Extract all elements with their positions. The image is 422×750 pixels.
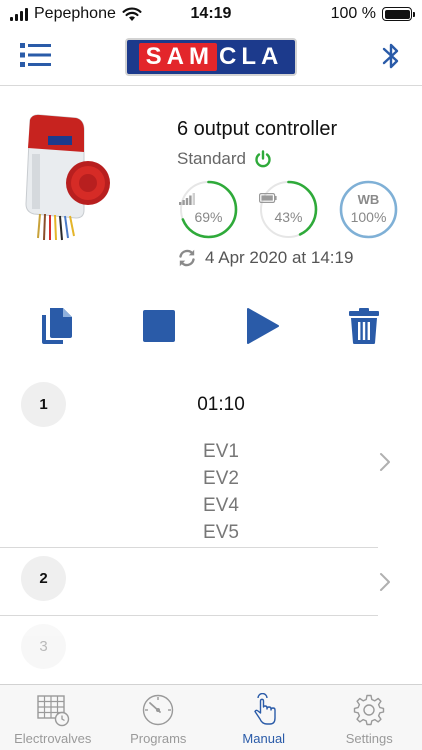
- wb-value: 100%: [350, 209, 387, 225]
- copy-icon: [42, 308, 72, 344]
- step-valves: EV1 EV2 EV4 EV5: [20, 438, 422, 546]
- tab-settings[interactable]: Settings: [317, 685, 422, 750]
- signal-gauge: 69%: [179, 180, 238, 239]
- brand-logo-right: CLA: [219, 43, 284, 70]
- tab-electrovalves[interactable]: Electrovalves: [0, 685, 106, 750]
- stop-button[interactable]: [139, 305, 179, 347]
- gear-icon: [354, 694, 385, 726]
- grid-clock-icon: [37, 695, 69, 727]
- step-row[interactable]: 3: [0, 616, 378, 676]
- wb-label: WB: [357, 192, 380, 207]
- play-button[interactable]: [243, 305, 283, 347]
- status-gauges: 69% 43% WB 100%: [179, 180, 398, 239]
- trash-icon: [349, 308, 379, 344]
- tab-programs[interactable]: Programs: [106, 685, 212, 750]
- gauge-icon: [143, 694, 174, 726]
- tab-manual[interactable]: Manual: [211, 685, 317, 750]
- play-icon: [247, 308, 279, 344]
- status-right: 100 %: [330, 5, 415, 23]
- step-row[interactable]: 2: [0, 548, 390, 616]
- battery-percent: 100 %: [330, 5, 376, 22]
- battery-level-icon: [259, 193, 277, 203]
- delete-button[interactable]: [344, 305, 384, 347]
- wb-gauge: WB 100%: [339, 180, 398, 239]
- last-sync-text: 4 Apr 2020 at 14:19: [205, 248, 354, 267]
- bluetooth-icon[interactable]: [380, 40, 402, 72]
- copy-button[interactable]: [37, 305, 77, 347]
- status-bar: Pepephone 14:19 100 %: [0, 0, 422, 28]
- step-number: 3: [21, 624, 66, 669]
- tab-label: Manual: [242, 731, 286, 746]
- signal-value: 69%: [194, 209, 223, 225]
- chevron-right-icon[interactable]: [378, 572, 392, 592]
- tab-label: Electrovalves: [14, 731, 92, 746]
- step-number: 2: [21, 556, 66, 601]
- tab-label: Settings: [345, 731, 393, 746]
- battery-icon: [382, 7, 415, 21]
- sync-icon[interactable]: [177, 248, 197, 268]
- tab-bar: Electrovalves Programs Manual Settings: [0, 684, 422, 750]
- manual-step-list: 1 01:10 EV1 EV2 EV4 EV5 2 3: [0, 380, 422, 676]
- brand-logo-left: SAM: [138, 43, 217, 71]
- signal-bars-icon: [179, 193, 195, 205]
- step-duration: 01:10: [197, 394, 245, 415]
- device-name: 6 output controller: [177, 118, 338, 140]
- device-mode: Standard: [177, 149, 272, 169]
- tab-label: Programs: [130, 731, 187, 746]
- stop-icon: [143, 310, 175, 342]
- nav-bar: SAM CLA: [0, 28, 422, 86]
- hand-tap-icon: [254, 693, 276, 725]
- controller-device-image: [25, 114, 110, 241]
- valve-item: EV2: [203, 468, 239, 489]
- battery-value: 43%: [274, 209, 303, 225]
- valve-item: EV4: [203, 495, 239, 516]
- power-icon: [255, 150, 271, 168]
- brand-logo: SAM CLA: [125, 38, 297, 76]
- chevron-right-icon[interactable]: [378, 452, 392, 472]
- list-icon[interactable]: [20, 41, 52, 69]
- last-sync: 4 Apr 2020 at 14:19: [177, 248, 353, 268]
- battery-gauge: 43%: [259, 180, 318, 239]
- step-row[interactable]: 1 01:10 EV1 EV2 EV4 EV5: [0, 380, 390, 548]
- valve-item: EV5: [203, 522, 239, 543]
- valve-item: EV1: [203, 441, 239, 462]
- action-bar: [0, 305, 422, 347]
- device-mode-label: Standard: [177, 149, 246, 168]
